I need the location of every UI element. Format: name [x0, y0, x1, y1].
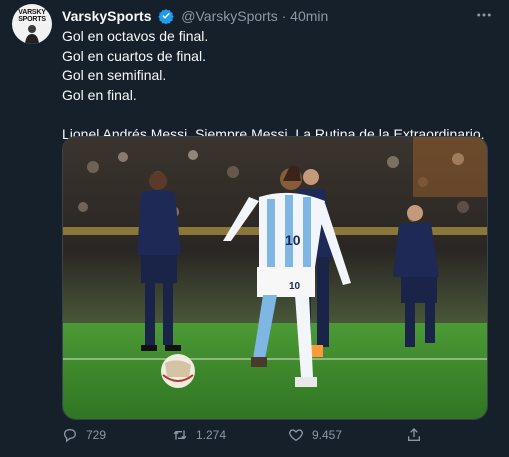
share-button[interactable]: [406, 425, 430, 445]
tweet[interactable]: VARSKY SPORTS VarskySports @VarskySports…: [0, 0, 509, 457]
timestamp[interactable]: 40min: [290, 8, 328, 24]
reply-count: 729: [86, 428, 107, 442]
reply-button[interactable]: 729: [62, 425, 106, 445]
more-icon[interactable]: [475, 6, 493, 29]
tweet-actions: 729 1.274 9.457: [62, 425, 492, 445]
reply-icon: [63, 429, 77, 443]
tweet-line-gap: [62, 105, 492, 125]
handle[interactable]: @VarskySports: [181, 8, 277, 24]
avatar-person-icon: [25, 25, 39, 44]
messi-penalty-photo: 10 10: [63, 137, 487, 419]
more-dots-glyph: [477, 13, 491, 17]
jersey-number: 10: [285, 232, 301, 248]
tweet-text: Gol en octavos de final. Gol en cuartos …: [62, 27, 492, 144]
tweet-line-1: Gol en octavos de final.: [62, 28, 209, 44]
tweet-line-3: Gol en semifinal.: [62, 67, 167, 83]
share-icon: [408, 428, 420, 441]
tweet-line-4: Gol en final.: [62, 86, 137, 103]
separator-dot: ·: [281, 8, 287, 24]
avatar-logo-top: VARSKY: [18, 9, 46, 16]
retweet-count: 1.274: [196, 428, 227, 442]
avatar[interactable]: VARSKY SPORTS: [12, 4, 52, 44]
like-count: 9.457: [312, 428, 343, 442]
avatar-logo-bottom: SPORTS: [18, 16, 46, 23]
soccer-ball: [161, 354, 195, 388]
retweet-button[interactable]: 1.274: [172, 425, 226, 445]
like-icon: [289, 429, 303, 442]
shorts-number: 10: [289, 281, 301, 292]
pitch: [63, 323, 487, 419]
retweet-icon: [173, 430, 187, 440]
tweet-line-2: Gol en cuartos de final.: [62, 47, 206, 64]
display-name[interactable]: VarskySports: [62, 8, 152, 24]
tweet-header: VarskySports @VarskySports · 40min: [62, 7, 328, 25]
tweet-media-photo[interactable]: 10 10: [62, 136, 488, 420]
verified-badge-icon: [158, 9, 175, 24]
like-button[interactable]: 9.457: [288, 425, 342, 445]
avatar-logo: VARSKY SPORTS: [12, 9, 52, 23]
